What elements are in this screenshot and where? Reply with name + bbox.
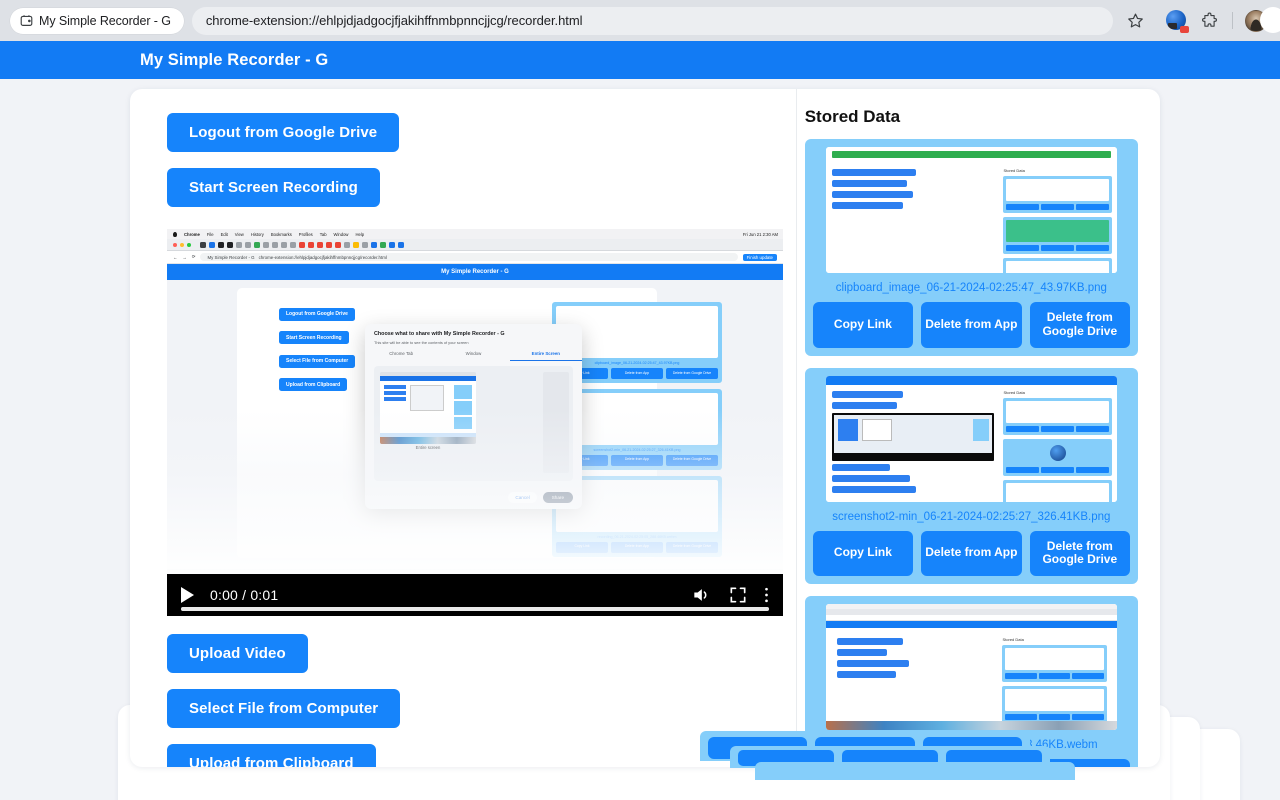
- share-dialog-cancel-button: Cancel: [508, 492, 537, 503]
- upload-from-clipboard-button[interactable]: Upload from Clipboard: [167, 744, 376, 767]
- video-progress-bar[interactable]: [181, 607, 769, 611]
- entire-screen-label: Entire screen: [415, 445, 441, 450]
- mac-browser-urlbar: ← → ⟳ My Simple Recorder - G chrome-extens…: [167, 251, 783, 264]
- toolbar-edge-circle: [1260, 7, 1280, 33]
- start-screen-recording-button[interactable]: Start Screen Recording: [167, 168, 380, 207]
- inner-delete-drive: Delete from Google Drive: [666, 454, 718, 466]
- extension-icon: [20, 15, 33, 26]
- inner-start-recording-button: Start Screen Recording: [279, 331, 349, 344]
- inner-select-file-button: Select File from Computer: [279, 354, 356, 368]
- recorder-extension-icon[interactable]: [1163, 7, 1191, 35]
- file-preview-thumbnail[interactable]: Stored Data: [825, 147, 1117, 273]
- tab-chrome-tab: Chrome Tab: [389, 350, 414, 356]
- address-bar[interactable]: chrome-extension://ehlpjdjadgocjfjakihff…: [191, 6, 1113, 35]
- stored-data-item: Stored Data clipboard_image_06-21-2024-0…: [804, 139, 1138, 356]
- inner-copy-link: Copy Link: [556, 541, 608, 553]
- copy-link-button[interactable]: Copy Link: [812, 302, 914, 348]
- file-preview-thumbnail[interactable]: Stored Data: [825, 375, 1117, 502]
- file-name: clipboard_image_06-21-2024-02:25:47_43.9…: [835, 282, 1107, 294]
- entire-screen-thumbnail: [380, 372, 476, 444]
- stored-data-heading: Stored Data: [804, 107, 901, 126]
- inner-delete-app: Delete from App: [611, 541, 663, 553]
- logout-from-google-drive-button[interactable]: Logout from Google Drive: [167, 113, 400, 152]
- tab-entire-screen: Entire Screen: [509, 351, 582, 361]
- tab-title: My Simple Recorder - G: [39, 13, 171, 28]
- page-body: Logout from Google Drive Start Screen Re…: [0, 79, 1280, 800]
- inner-app-header: My Simple Recorder - G: [167, 264, 783, 280]
- tab-window: Window: [465, 350, 482, 356]
- inner-logout-button: Logout from Google Drive: [279, 307, 355, 321]
- toolbar-divider: [1232, 12, 1233, 29]
- inner-upload-clipboard-button: Upload from Clipboard: [279, 378, 348, 391]
- video-frame: Chrome File Edit View History Bookmarks …: [167, 229, 783, 574]
- bookmark-star-icon[interactable]: [1121, 7, 1149, 35]
- share-dialog-side-ghost: [543, 372, 569, 473]
- fullscreen-icon[interactable]: [728, 585, 748, 605]
- left-panel: Logout from Google Drive Start Screen Re…: [130, 89, 787, 767]
- share-dialog-title: Choose what to share with My Simple Reco…: [374, 331, 505, 337]
- video-progress-fill: [181, 607, 769, 611]
- share-dialog-actions: Cancel Share: [508, 492, 573, 503]
- inner-tab-title: My Simple Recorder - G: [207, 254, 255, 260]
- video-time: 0:00 / 0:01: [210, 587, 279, 603]
- share-dialog-subtitle: This site will be able to see the conten…: [374, 339, 469, 345]
- more-options-icon[interactable]: [764, 585, 769, 605]
- inner-delete-app: Delete from App: [611, 454, 663, 466]
- video-player[interactable]: Chrome File Edit View History Bookmarks …: [167, 229, 783, 616]
- main-card: Logout from Google Drive Start Screen Re…: [130, 89, 1160, 767]
- share-dialog-tabs: Chrome Tab Window Entire Screen: [365, 351, 582, 361]
- select-file-from-computer-button[interactable]: Select File from Computer: [167, 689, 401, 728]
- share-dialog-share-button: Share: [542, 492, 573, 503]
- inner-finish-update-button: Finish update: [742, 253, 777, 261]
- copy-link-button[interactable]: Copy Link: [812, 530, 914, 577]
- screen-share-dialog: Choose what to share with My Simple Reco…: [365, 324, 582, 509]
- mac-clock: Fri Jun 21 2:30 AM: [742, 231, 778, 237]
- inner-app-body: Logout from Google Drive Start Screen Re…: [167, 280, 783, 569]
- app-header: My Simple Recorder - G: [0, 41, 1280, 79]
- stored-data-item: Stored Data screenshot2-min_06-21-2024-0…: [804, 367, 1138, 585]
- upload-video-button[interactable]: Upload Video: [167, 634, 308, 673]
- mac-dock-icon-strip: [825, 721, 1117, 731]
- mac-menubar: Chrome File Edit View History Bookmarks …: [167, 229, 783, 239]
- file-action-row: Copy Link Delete from App Delete from Go…: [812, 530, 1131, 577]
- browser-tab[interactable]: My Simple Recorder - G: [10, 7, 184, 34]
- stored-data-item-partial: [755, 762, 1075, 780]
- app-title: My Simple Recorder - G: [140, 50, 329, 69]
- url-text: chrome-extension://ehlpjdjadgocjfjakihff…: [205, 13, 583, 28]
- file-name: screenshot2-min_06-21-2024-02:25:27_326.…: [832, 510, 1111, 523]
- menu-chrome: Chrome: [184, 231, 200, 237]
- delete-from-google-drive-button[interactable]: Delete from Google Drive: [1029, 302, 1131, 348]
- inner-delete-drive: Delete from Google Drive: [666, 368, 718, 379]
- bottom-button-group: Upload Video Select File from Computer U…: [167, 634, 787, 767]
- top-button-group: Logout from Google Drive Start Screen Re…: [167, 113, 787, 223]
- mac-browser-tabstrip: [167, 239, 783, 251]
- file-preview-thumbnail[interactable]: Stored Data: [825, 604, 1117, 731]
- stored-data-panel: Stored Data Stored Data clipboard_image_…: [787, 89, 1160, 767]
- inner-button-group: Logout from Google Drive Start Screen Re…: [279, 302, 356, 396]
- puzzle-piece-icon[interactable]: [1195, 7, 1223, 35]
- browser-toolbar: My Simple Recorder - G chrome-extension:…: [0, 0, 1280, 41]
- play-icon[interactable]: [181, 587, 194, 603]
- volume-icon[interactable]: [690, 585, 712, 605]
- delete-from-app-button[interactable]: Delete from App: [921, 530, 1022, 577]
- delete-from-app-button[interactable]: Delete from App: [921, 302, 1022, 348]
- inner-delete-app: Delete from App: [611, 368, 663, 379]
- share-dialog-stage: Entire screen: [374, 366, 573, 481]
- inner-url: chrome-extension://ehlpjdjadgocjfjakihff…: [258, 254, 387, 260]
- delete-from-google-drive-button[interactable]: Delete from Google Drive: [1029, 530, 1131, 577]
- inner-delete-drive: Delete from Google Drive: [666, 541, 718, 553]
- file-action-row: Copy Link Delete from App Delete from Go…: [812, 302, 1131, 348]
